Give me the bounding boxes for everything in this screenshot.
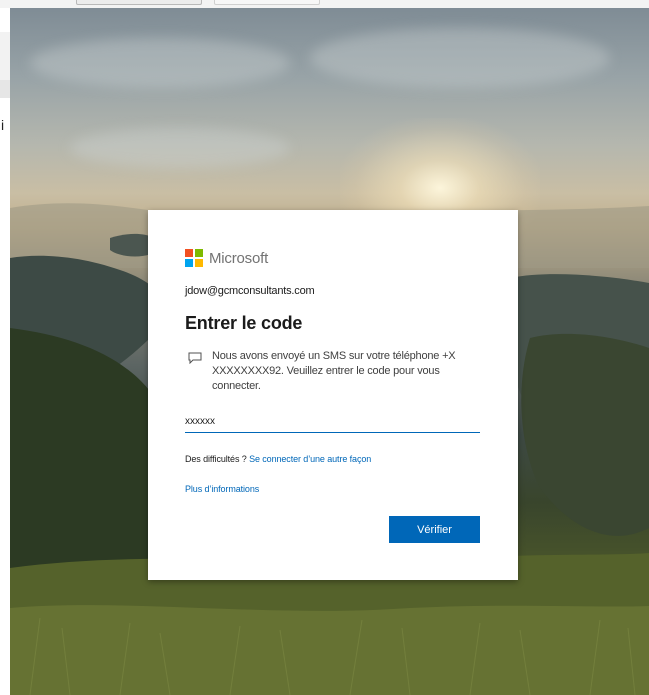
more-info-link[interactable]: Plus d’informations (185, 484, 259, 494)
host-stray-text: i (1, 117, 5, 133)
host-panel-segment (0, 80, 10, 98)
brand: Microsoft (185, 248, 268, 268)
help-line: Des difficultés ? Se connecter d’une aut… (185, 454, 371, 464)
page-title: Entrer le code (185, 313, 303, 333)
logo-square-red (185, 249, 193, 257)
account-email: jdow@gcmconsultants.com (185, 285, 315, 297)
logo-square-blue (185, 259, 193, 267)
host-tab[interactable] (76, 0, 202, 5)
sms-message: Nous avons envoyé un SMS sur votre télép… (212, 350, 456, 392)
host-tab[interactable] (214, 0, 320, 5)
logo-square-green (195, 249, 203, 257)
code-input[interactable] (185, 410, 480, 433)
verify-button[interactable]: Vérifier (389, 516, 480, 543)
brand-name: Microsoft (209, 249, 269, 267)
other-signin-link[interactable]: Se connecter d’une autre façon (249, 454, 371, 464)
chat-bubble-icon (188, 352, 202, 364)
signin-dialog: Microsoft jdow@gcmconsultants.com Entrer… (148, 210, 518, 580)
host-window-left-edge (0, 8, 10, 695)
logo-square-yellow (195, 259, 203, 267)
host-panel-segment (0, 32, 10, 80)
microsoft-logo-icon (185, 249, 203, 267)
host-window-top-bar (0, 0, 649, 8)
help-prefix: Des difficultés ? (185, 454, 247, 464)
